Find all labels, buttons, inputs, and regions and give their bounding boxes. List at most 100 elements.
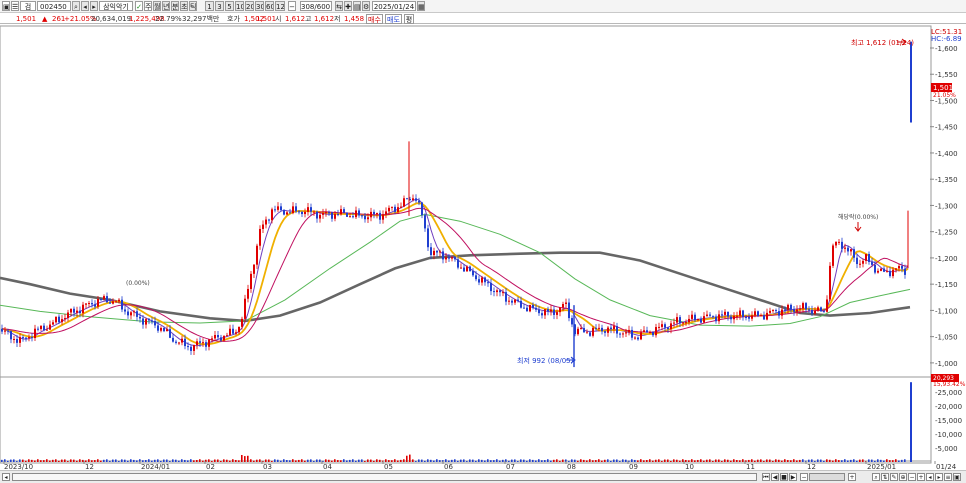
candle-body bbox=[262, 224, 264, 229]
candle-body bbox=[904, 268, 906, 275]
candle-body bbox=[196, 341, 198, 346]
toolbar: ▣ ☰ 검 002450 ⌕ ◂ ▸ 삼익악기 ✓ 주 월 년 분 초 틱 1 … bbox=[0, 0, 966, 13]
search-icon[interactable]: ⌕ bbox=[72, 1, 80, 11]
type-month[interactable]: 년 bbox=[162, 1, 170, 11]
candle-body bbox=[295, 206, 297, 212]
calendar-icon[interactable]: ▦ bbox=[417, 1, 425, 11]
minus-icon[interactable]: − bbox=[288, 1, 296, 11]
candle-body bbox=[70, 308, 72, 313]
window-menu-icon[interactable]: ▣ bbox=[2, 1, 10, 11]
candle-body bbox=[247, 288, 249, 299]
tool4-icon[interactable]: ⊕ bbox=[899, 473, 907, 481]
candle-body bbox=[403, 198, 405, 207]
check-icon[interactable]: ✓ bbox=[135, 1, 143, 11]
tool9-icon[interactable]: ≡ bbox=[944, 473, 952, 481]
price-chart[interactable]: -1,600-1,550-1,500-1,450-1,400-1,350-1,3… bbox=[0, 25, 966, 483]
volume-bar bbox=[271, 460, 273, 462]
prev-page-icon[interactable]: ◀ bbox=[771, 473, 779, 481]
tool3-icon[interactable]: ✎ bbox=[890, 473, 898, 481]
prev-icon[interactable]: ◂ bbox=[81, 1, 89, 11]
period-1[interactable]: 1 bbox=[205, 1, 214, 11]
candle-body bbox=[133, 311, 135, 313]
period-10[interactable]: 10 bbox=[235, 1, 244, 11]
next-page-icon[interactable]: ▶ bbox=[789, 473, 797, 481]
candle-body bbox=[742, 310, 744, 317]
first-icon[interactable]: ⏮ bbox=[762, 473, 770, 481]
settings-icon[interactable]: ⚙ bbox=[362, 1, 370, 11]
candle-body bbox=[244, 298, 246, 319]
search-type-select[interactable]: 검 bbox=[20, 1, 36, 11]
volume-bar bbox=[682, 459, 684, 462]
tool10-icon[interactable]: ▣ bbox=[953, 473, 961, 481]
candle-body bbox=[289, 212, 291, 214]
data-count-input[interactable]: 308/600 bbox=[300, 1, 332, 11]
period-3[interactable]: 3 bbox=[215, 1, 224, 11]
candle-body bbox=[520, 300, 522, 308]
volume-bar bbox=[619, 461, 621, 462]
candle-body bbox=[259, 228, 261, 246]
scroll-left-icon[interactable]: ◂ bbox=[2, 473, 10, 481]
candle-body bbox=[97, 299, 99, 307]
volume-bar bbox=[778, 459, 780, 462]
volume-bar bbox=[163, 459, 165, 462]
volume-bar bbox=[874, 460, 876, 462]
candle-body bbox=[445, 257, 447, 260]
zoom-out-icon[interactable]: − bbox=[800, 473, 808, 481]
period-5[interactable]: 5 bbox=[225, 1, 234, 11]
period-60[interactable]: 60 bbox=[265, 1, 274, 11]
save-icon[interactable]: ▤ bbox=[353, 1, 361, 11]
volume-bar bbox=[334, 459, 336, 462]
type-week[interactable]: 월 bbox=[153, 1, 161, 11]
candle-body bbox=[55, 316, 57, 323]
candle-body bbox=[298, 211, 300, 213]
zoom-bar[interactable] bbox=[809, 473, 845, 481]
tool7-icon[interactable]: ◂ bbox=[926, 473, 934, 481]
stock-code-input[interactable]: 002450 bbox=[37, 1, 71, 11]
volume-bar bbox=[211, 460, 213, 462]
candle-body bbox=[862, 260, 864, 264]
type-tick[interactable]: 틱 bbox=[189, 1, 197, 11]
candle-body bbox=[577, 328, 579, 335]
price-tick-label: -1,450 bbox=[935, 124, 958, 132]
tool1-icon[interactable]: ⌕ bbox=[872, 473, 880, 481]
tool6-icon[interactable]: + bbox=[917, 473, 925, 481]
type-minute[interactable]: 초 bbox=[180, 1, 188, 11]
candle-body bbox=[694, 314, 696, 321]
data-count-total: 600 bbox=[316, 3, 331, 11]
zoom-icon[interactable]: ⇆ bbox=[335, 1, 343, 11]
list-icon[interactable]: ☰ bbox=[11, 1, 19, 11]
candle-body bbox=[235, 332, 237, 334]
candle-body bbox=[613, 326, 615, 330]
candle-body bbox=[412, 198, 414, 201]
volume-bar bbox=[412, 459, 414, 462]
candle-body bbox=[13, 339, 15, 341]
candle-body bbox=[472, 271, 474, 276]
type-year[interactable]: 분 bbox=[171, 1, 179, 11]
cross-icon[interactable]: ✚ bbox=[344, 1, 352, 11]
zoom-in-icon[interactable]: + bbox=[848, 473, 856, 481]
next-icon[interactable]: ▸ bbox=[90, 1, 98, 11]
type-day[interactable]: 주 bbox=[144, 1, 152, 11]
tool5-icon[interactable]: − bbox=[908, 473, 916, 481]
scroll-track[interactable] bbox=[12, 473, 757, 481]
volume-bar bbox=[856, 460, 858, 462]
candle-body bbox=[136, 311, 138, 317]
candle-body bbox=[634, 337, 636, 339]
volume-bar bbox=[169, 461, 171, 462]
period-120[interactable]: 120 bbox=[275, 1, 285, 11]
tool2-icon[interactable]: ⇅ bbox=[881, 473, 889, 481]
eval-button[interactable]: 평 bbox=[404, 14, 414, 24]
buy-button[interactable]: 매수 bbox=[366, 14, 383, 24]
date-input[interactable]: 2025/01/24 bbox=[372, 1, 416, 11]
candle-body bbox=[901, 266, 903, 269]
period-30[interactable]: 30 bbox=[255, 1, 264, 11]
candle-body bbox=[304, 211, 306, 215]
volume-bar bbox=[430, 459, 432, 462]
stop-icon[interactable]: ■ bbox=[780, 473, 788, 481]
candle-body bbox=[625, 332, 627, 334]
period-20[interactable]: 20 bbox=[245, 1, 254, 11]
sell-button[interactable]: 매도 bbox=[385, 14, 402, 24]
turnover-rate: 22.79% bbox=[155, 15, 182, 23]
stock-name: 삼익악기 bbox=[99, 1, 133, 11]
tool8-icon[interactable]: ▸ bbox=[935, 473, 943, 481]
